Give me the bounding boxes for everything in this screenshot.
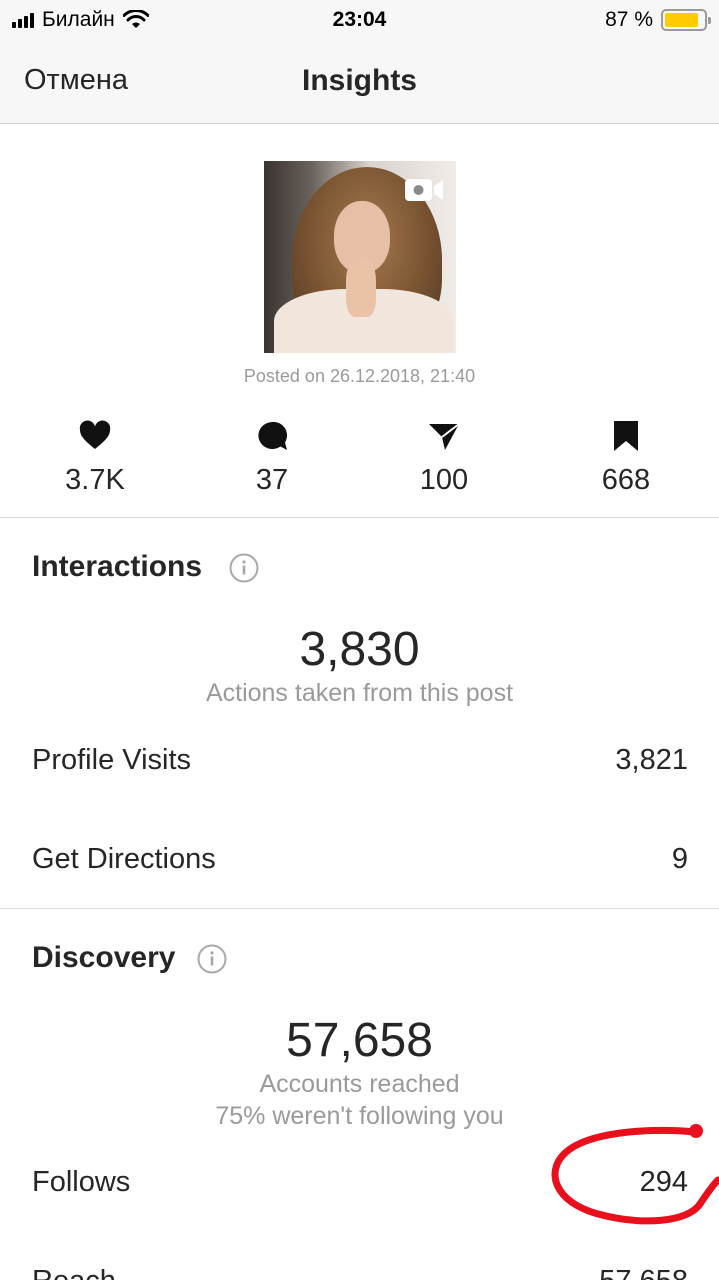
- thumbnail-hands: [346, 257, 376, 317]
- stat-saves: 668: [556, 420, 696, 497]
- stat-likes: 3.7K: [25, 420, 165, 497]
- row-value: 3,821: [615, 743, 688, 776]
- discovery-caption-secondary: 75% weren't following you: [215, 1102, 504, 1130]
- row-label: Reach: [32, 1265, 116, 1280]
- shares-count: 100: [419, 464, 469, 496]
- comment-icon: [258, 421, 288, 450]
- divider: [0, 908, 719, 909]
- video-icon: [405, 179, 443, 201]
- stat-shares: 100: [374, 420, 514, 497]
- battery-percent: 87 %: [605, 8, 653, 31]
- bookmark-icon: [614, 421, 638, 451]
- cancel-button[interactable]: Отмена: [24, 64, 128, 97]
- interactions-total: 3,830: [299, 623, 420, 676]
- posted-on-date: Posted on 26.12.2018, 21:40: [243, 366, 476, 386]
- interactions-caption: Actions taken from this post: [205, 679, 514, 707]
- stat-comments: 37: [202, 420, 342, 497]
- status-right: 87 %: [605, 8, 711, 32]
- row-value: 57,658: [599, 1265, 688, 1280]
- row-value: 294: [639, 1165, 688, 1198]
- comments-count: 37: [255, 464, 289, 496]
- battery-icon: [661, 9, 711, 31]
- saves-count: 668: [601, 464, 651, 496]
- row-follows[interactable]: Follows 294: [32, 1157, 688, 1207]
- row-label: Follows: [32, 1165, 131, 1198]
- row-label: Get Directions: [32, 842, 216, 875]
- row-get-directions[interactable]: Get Directions 9: [32, 834, 688, 884]
- discovery-title: Discovery: [32, 941, 176, 974]
- discovery-total: 57,658: [286, 1014, 433, 1067]
- post-thumbnail[interactable]: [264, 161, 456, 353]
- status-bar: Билайн 23:04 87 %: [0, 0, 719, 40]
- row-label: Profile Visits: [32, 743, 192, 776]
- battery-fill: [665, 13, 699, 27]
- row-profile-visits[interactable]: Profile Visits 3,821: [32, 735, 688, 785]
- divider: [0, 517, 719, 518]
- interactions-title: Interactions: [32, 550, 203, 583]
- row-reach[interactable]: Reach 57,658: [32, 1256, 688, 1280]
- row-value: 9: [671, 842, 688, 875]
- heart-icon: [79, 420, 111, 449]
- info-icon[interactable]: [229, 553, 259, 583]
- discovery-caption: Accounts reached: [259, 1070, 460, 1098]
- share-icon: [429, 423, 460, 450]
- likes-count: 3.7K: [65, 464, 125, 496]
- nav-bar: Отмена Insights: [0, 40, 719, 124]
- stats-row: 3.7K 37 100 668: [0, 420, 719, 500]
- info-icon[interactable]: [197, 944, 227, 974]
